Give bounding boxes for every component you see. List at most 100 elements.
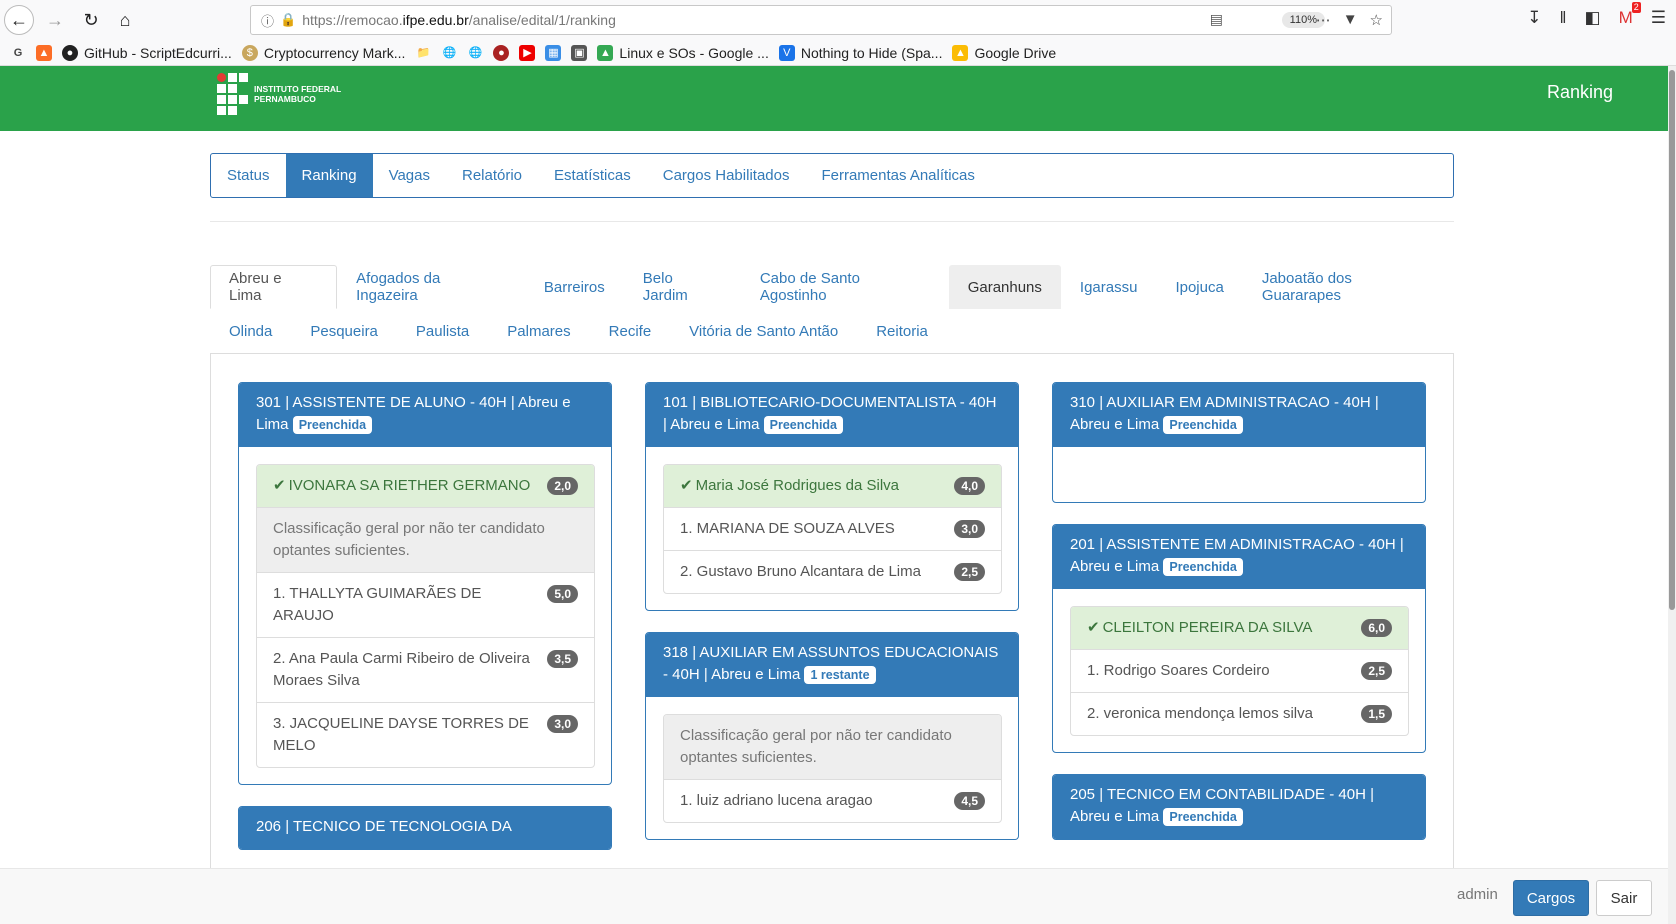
globe-icon[interactable]: 🌐 <box>441 45 457 61</box>
panel-206: 206 | TECNICO DE TECNOLOGIA DA <box>238 806 612 850</box>
tab-ipojuca[interactable]: Ipojuca <box>1156 265 1242 309</box>
bookmark-crypto[interactable]: $ Cryptocurrency Mark... <box>241 44 405 61</box>
bookmark-github[interactable]: ● GitHub - ScriptEdcurri... <box>62 44 232 61</box>
pocket-icon[interactable]: ▼ <box>1343 11 1358 29</box>
check-icon: ✔ <box>273 477 286 494</box>
site-icon-red[interactable]: ● <box>493 44 510 61</box>
bottom-navbar: admin Cargos Sair <box>0 868 1668 924</box>
nav-estatisticas[interactable]: Estatísticas <box>538 154 647 197</box>
note-item: Classificação geral por não ter candidat… <box>257 507 594 572</box>
tab-palmares[interactable]: Palmares <box>488 309 589 353</box>
status-badge: 1 restante <box>804 666 876 684</box>
panel-201: 201 | ASSISTENTE EM ADMINISTRACAO - 40H … <box>1052 524 1426 753</box>
score-badge: 4,0 <box>954 477 985 495</box>
bookmark-google-drive[interactable]: ▲ Google Drive <box>952 44 1056 61</box>
youtube-icon[interactable]: ▶ <box>519 44 536 61</box>
score-badge: 3,0 <box>547 715 578 733</box>
reload-icon[interactable]: ↻ <box>76 5 106 35</box>
tab-barreiros[interactable]: Barreiros <box>525 265 624 309</box>
bookmark-star-icon[interactable]: ☆ <box>1370 11 1383 29</box>
home-icon[interactable]: ⌂ <box>110 5 140 35</box>
tab-belo-jardim[interactable]: Belo Jardim <box>624 265 741 309</box>
logo-line2: PERNAMBUCO <box>254 94 316 104</box>
panel-heading: 206 | TECNICO DE TECNOLOGIA DA <box>239 807 611 849</box>
tab-olinda[interactable]: Olinda <box>210 309 291 353</box>
score-badge: 5,0 <box>547 585 578 603</box>
list-item: 3. JACQUELINE DAYSE TORRES DE MELO 3,0 <box>257 702 594 767</box>
panel-310: 310 | AUXILIAR EM ADMINISTRACAO - 40H | … <box>1052 382 1426 503</box>
google-icon[interactable]: G <box>10 45 26 61</box>
google-drive-icon-2: ▲ <box>952 44 969 61</box>
logo-grid-icon <box>217 73 248 115</box>
scroll-thumb[interactable] <box>1669 70 1675 610</box>
library-icon[interactable]: ‖ <box>1559 8 1566 28</box>
header-title: Ranking <box>1546 82 1613 102</box>
status-badge: Preenchida <box>1163 416 1243 434</box>
forward-icon[interactable]: → <box>40 5 70 35</box>
panel-heading: 310 | AUXILIAR EM ADMINISTRACAO - 40H | … <box>1053 383 1425 447</box>
score-badge: 2,0 <box>547 477 578 495</box>
tab-cabo-de-santo-agostinho[interactable]: Cabo de Santo Agostinho <box>741 265 949 309</box>
cargos-button[interactable]: Cargos <box>1513 880 1589 916</box>
bookmark-nothing-to-hide[interactable]: V Nothing to Hide (Spa... <box>778 44 942 61</box>
logo-line1: INSTITUTO FEDERAL <box>254 84 342 94</box>
score-badge: 3,0 <box>954 520 985 538</box>
reader-view-icon[interactable]: ▤ <box>1210 11 1223 28</box>
sidebar-icon[interactable]: ◧ <box>1585 8 1601 28</box>
status-badge: Preenchida <box>1163 808 1243 826</box>
tab-pesqueira[interactable]: Pesqueira <box>291 309 397 353</box>
google-drive-icon: ▲ <box>597 44 614 61</box>
tab-jaboatao-dos-guararapes[interactable]: Jaboatão dos Guararapes <box>1243 265 1454 309</box>
nav-relatorio[interactable]: Relatório <box>446 154 538 197</box>
panel-title: 206 | TECNICO DE TECNOLOGIA DA <box>256 818 512 835</box>
tab-abreu-e-lima[interactable]: Abreu e Lima <box>210 265 338 309</box>
score-badge: 2,5 <box>1361 662 1392 680</box>
film-icon[interactable]: ▣ <box>571 44 588 61</box>
campus-tabs: Abreu e Lima Afogados da Ingazeira Barre… <box>210 265 1454 353</box>
globe-icon-2[interactable]: 🌐 <box>467 45 483 61</box>
tab-afogados-da-ingazeira[interactable]: Afogados da Ingazeira <box>337 265 525 309</box>
nav-status[interactable]: Status <box>211 154 286 197</box>
winner-item: ✔ Maria José Rodrigues da Silva 4,0 <box>664 465 1001 507</box>
divider <box>210 221 1454 222</box>
winner-item: ✔ CLEILTON PEREIRA DA SILVA 6,0 <box>1071 607 1408 649</box>
ranking-list: ✔ CLEILTON PEREIRA DA SILVA 6,0 1. Rodrigo… <box>1070 606 1409 736</box>
status-badge: Preenchida <box>292 416 373 434</box>
panel-heading: 101 | BIBLIOTECARIO-DOCUMENTALISTA - 40H… <box>646 383 1018 447</box>
info-icon[interactable]: ⓘ <box>261 11 274 30</box>
lock-icon: 🔒 <box>280 12 297 27</box>
nav-ferramentas-analiticas[interactable]: Ferramentas Analíticas <box>805 154 990 197</box>
tab-reitoria[interactable]: Reitoria <box>857 309 947 353</box>
nav-ranking[interactable]: Ranking <box>285 154 373 197</box>
list-item: 2. veronica mendonça lemos silva 1,5 <box>1071 692 1408 735</box>
download-icon[interactable]: ↧ <box>1527 8 1541 28</box>
folder-icon[interactable]: 📁 <box>415 45 431 61</box>
tab-igarassu[interactable]: Igarassu <box>1061 265 1157 309</box>
tab-recife[interactable]: Recife <box>590 309 671 353</box>
grid-site-icon[interactable]: ▦ <box>545 44 562 61</box>
nav-cargos-habilitados[interactable]: Cargos Habilitados <box>647 154 806 197</box>
score-badge: 4,5 <box>954 792 985 810</box>
tab-garanhuns[interactable]: Garanhuns <box>948 265 1061 309</box>
page-scrollbar[interactable] <box>1668 66 1676 924</box>
back-icon[interactable]: ← <box>4 5 34 35</box>
list-item: 2. Ana Paula Carmi Ribeiro de Oliveira M… <box>257 637 594 702</box>
bookmark-linux[interactable]: ▲ Linux e SOs - Google ... <box>597 44 769 61</box>
menu-icon[interactable]: ☰ <box>1651 8 1666 28</box>
status-badge: Preenchida <box>763 416 844 434</box>
page-actions-icon[interactable]: ⋯ <box>1316 11 1331 29</box>
tab-paulista[interactable]: Paulista <box>397 309 488 353</box>
gmail-icon[interactable]: M2 <box>1619 2 1641 28</box>
tab-vitoria-de-santo-antao[interactable]: Vitória de Santo Antão <box>670 309 857 353</box>
panel-heading: 318 | AUXILIAR EM ASSUNTOS EDUCACIONAIS … <box>646 633 1018 697</box>
column-2: 101 | BIBLIOTECARIO-DOCUMENTALISTA - 40H… <box>645 382 1019 861</box>
list-item: 1. MARIANA DE SOUZA ALVES 3,0 <box>664 507 1001 550</box>
ranking-list: ✔ Maria José Rodrigues da Silva 4,0 1. MAR… <box>663 464 1002 594</box>
panel-heading: 301 | ASSISTENTE DE ALUNO - 40H | Abreu … <box>239 383 611 447</box>
sair-button[interactable]: Sair <box>1596 880 1652 916</box>
ifpe-logo[interactable]: INSTITUTO FEDERAL PERNAMBUCO <box>217 73 341 115</box>
nav-vagas[interactable]: Vagas <box>373 154 446 197</box>
gitlab-icon[interactable]: ▲ <box>36 44 52 61</box>
address-bar[interactable]: ⓘ 🔒 https://remocao.ifpe.edu.br/analise/… <box>250 5 1392 35</box>
list-item: 1. Rodrigo Soares Cordeiro 2,5 <box>1071 649 1408 692</box>
